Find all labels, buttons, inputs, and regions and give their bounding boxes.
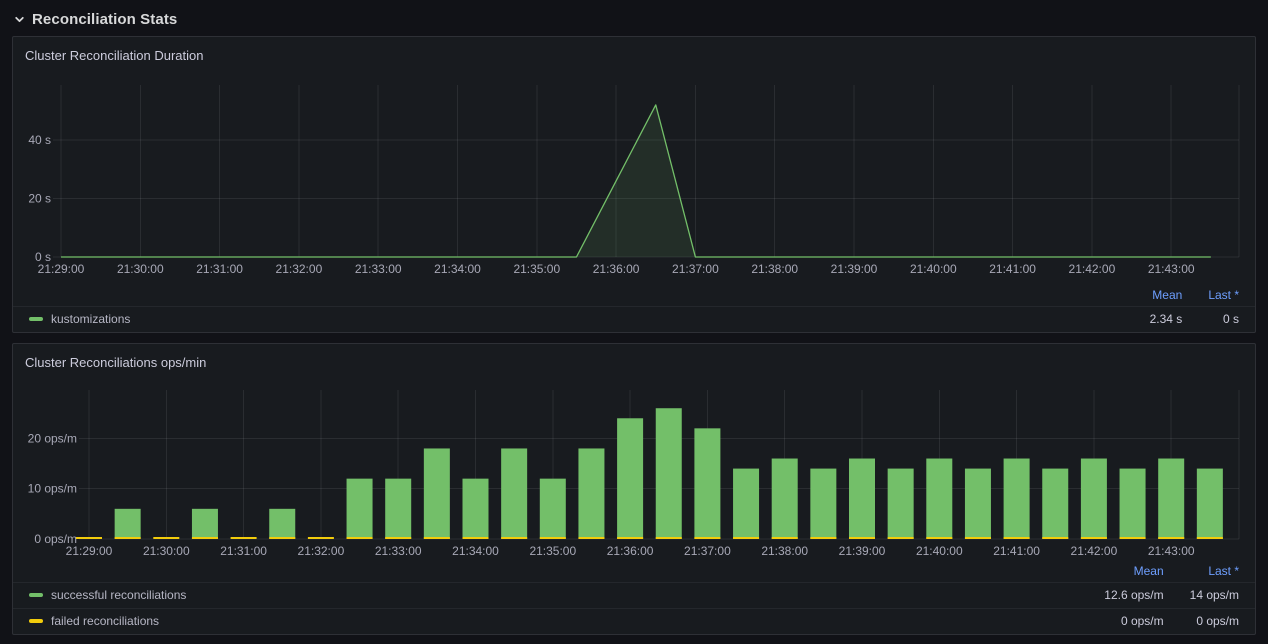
legend-header-row: Mean Last *: [13, 285, 1255, 307]
svg-text:21:31:00: 21:31:00: [220, 544, 267, 558]
svg-text:40 s: 40 s: [28, 133, 51, 147]
panel-cluster-reconciliation-duration: Cluster Reconciliation Duration 0 s 20 s 4…: [12, 36, 1256, 333]
panel-cluster-reconciliations-ops: Cluster Reconciliations ops/min 0 ops/m1…: [12, 343, 1256, 635]
svg-text:21:42:00: 21:42:00: [1071, 544, 1118, 558]
svg-text:21:32:00: 21:32:00: [276, 262, 323, 276]
legend-last-value: 0 ops/m: [1164, 609, 1255, 635]
legend-last-value: 14 ops/m: [1164, 583, 1255, 609]
svg-text:21:29:00: 21:29:00: [66, 544, 113, 558]
series-color-swatch: [29, 593, 43, 597]
series-label[interactable]: kustomizations: [51, 312, 130, 326]
svg-text:21:30:00: 21:30:00: [117, 262, 164, 276]
svg-text:21:37:00: 21:37:00: [684, 544, 731, 558]
svg-text:21:38:00: 21:38:00: [751, 262, 798, 276]
svg-text:21:30:00: 21:30:00: [143, 544, 190, 558]
series-label[interactable]: failed reconciliations: [51, 614, 159, 628]
svg-text:21:43:00: 21:43:00: [1148, 262, 1195, 276]
svg-text:21:32:00: 21:32:00: [298, 544, 345, 558]
legend: Mean Last * successful reconciliations 1…: [13, 561, 1255, 634]
svg-text:21:35:00: 21:35:00: [513, 262, 560, 276]
legend-column-last[interactable]: Last *: [1182, 285, 1255, 307]
svg-text:21:39:00: 21:39:00: [831, 262, 878, 276]
svg-text:21:29:00: 21:29:00: [38, 262, 85, 276]
legend-row-kustomizations: kustomizations 2.34 s 0 s: [13, 307, 1255, 333]
svg-text:10 ops/m: 10 ops/m: [28, 482, 77, 496]
svg-text:21:42:00: 21:42:00: [1069, 262, 1116, 276]
series-color-swatch: [29, 317, 43, 321]
legend-mean-value: 12.6 ops/m: [1078, 583, 1163, 609]
series-color-swatch: [29, 619, 43, 623]
svg-text:21:33:00: 21:33:00: [355, 262, 402, 276]
legend-row-successful-reconciliations: successful reconciliations 12.6 ops/m 14…: [13, 583, 1255, 609]
legend-table: Mean Last * kustomizations 2.34 s 0 s: [13, 285, 1255, 332]
series-label[interactable]: successful reconciliations: [51, 588, 186, 602]
chevron-down-icon[interactable]: [14, 14, 25, 25]
svg-text:21:41:00: 21:41:00: [989, 262, 1036, 276]
dashboard-section: Reconciliation Stats Cluster Reconciliat…: [0, 0, 1268, 635]
duration-area-chart[interactable]: 0 s20 s40 s21:29:0021:30:0021:31:0021:32…: [13, 73, 1255, 278]
reconciliations-bar-chart[interactable]: 0 ops/m10 ops/m20 ops/m21:29:0021:30:002…: [13, 384, 1255, 564]
section-title[interactable]: Reconciliation Stats: [32, 11, 177, 28]
section-row-header[interactable]: Reconciliation Stats: [0, 0, 1268, 36]
svg-text:21:31:00: 21:31:00: [196, 262, 243, 276]
legend-column-mean[interactable]: Mean: [1078, 561, 1163, 583]
legend-mean-value: 0 ops/m: [1078, 609, 1163, 635]
svg-text:21:36:00: 21:36:00: [593, 262, 640, 276]
svg-text:21:33:00: 21:33:00: [375, 544, 422, 558]
legend-table: Mean Last * successful reconciliations 1…: [13, 561, 1255, 634]
svg-text:21:37:00: 21:37:00: [672, 262, 719, 276]
panel-title[interactable]: Cluster Reconciliation Duration: [13, 37, 1255, 63]
svg-text:21:40:00: 21:40:00: [910, 262, 957, 276]
svg-text:21:43:00: 21:43:00: [1148, 544, 1195, 558]
legend-last-value: 0 s: [1182, 307, 1255, 333]
svg-text:21:41:00: 21:41:00: [993, 544, 1040, 558]
svg-text:20 s: 20 s: [28, 192, 51, 206]
legend: Mean Last * kustomizations 2.34 s 0 s: [13, 285, 1255, 332]
svg-text:21:36:00: 21:36:00: [607, 544, 654, 558]
svg-text:21:34:00: 21:34:00: [434, 262, 481, 276]
legend-column-mean[interactable]: Mean: [1124, 285, 1183, 307]
legend-column-last[interactable]: Last *: [1164, 561, 1255, 583]
svg-text:21:39:00: 21:39:00: [839, 544, 886, 558]
legend-mean-value: 2.34 s: [1124, 307, 1183, 333]
svg-text:21:40:00: 21:40:00: [916, 544, 963, 558]
svg-text:21:38:00: 21:38:00: [761, 544, 808, 558]
svg-text:21:34:00: 21:34:00: [452, 544, 499, 558]
legend-row-failed-reconciliations: failed reconciliations 0 ops/m 0 ops/m: [13, 609, 1255, 635]
legend-header-row: Mean Last *: [13, 561, 1255, 583]
svg-text:21:35:00: 21:35:00: [529, 544, 576, 558]
svg-text:20 ops/m: 20 ops/m: [28, 431, 77, 445]
panel-title[interactable]: Cluster Reconciliations ops/min: [13, 344, 1255, 370]
